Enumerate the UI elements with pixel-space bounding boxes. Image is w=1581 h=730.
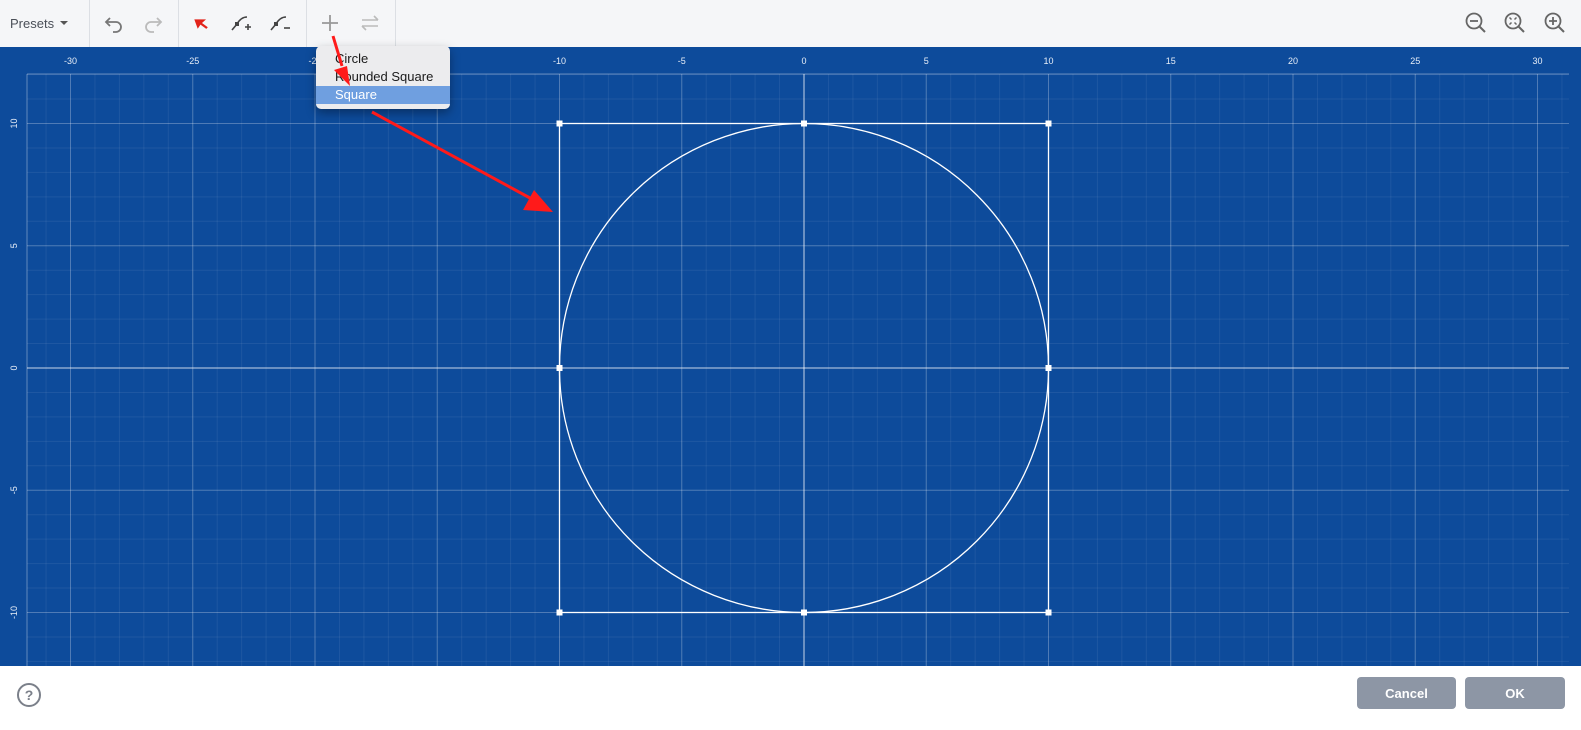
y-tick-label: -5 bbox=[9, 486, 19, 494]
grid-canvas[interactable]: -30-25-20-15-10-50510152025301050-5-10 bbox=[0, 47, 1581, 666]
y-tick-label: 10 bbox=[9, 118, 19, 128]
menu-item-square[interactable]: Square bbox=[316, 86, 450, 104]
x-tick-label: 0 bbox=[801, 56, 806, 66]
swap-button[interactable] bbox=[355, 8, 385, 38]
x-tick-label: 20 bbox=[1288, 56, 1298, 66]
x-tick-label: -5 bbox=[678, 56, 686, 66]
ok-button[interactable]: OK bbox=[1465, 677, 1565, 709]
undo-button[interactable] bbox=[99, 8, 129, 38]
help-button[interactable]: ? bbox=[17, 683, 41, 707]
toolbar-divider bbox=[178, 0, 179, 47]
control-point-handle[interactable] bbox=[556, 609, 563, 616]
presets-label: Presets bbox=[10, 15, 55, 31]
add-shape-button[interactable] bbox=[315, 8, 345, 38]
zoom-in-button[interactable] bbox=[1540, 8, 1570, 38]
control-point-handle[interactable] bbox=[801, 120, 807, 127]
x-tick-label: -25 bbox=[186, 56, 199, 66]
redo-button[interactable] bbox=[138, 8, 168, 38]
add-shape-icon bbox=[322, 15, 338, 31]
menu-item-rounded-square[interactable]: Rounded Square bbox=[316, 68, 450, 86]
undo-icon bbox=[104, 17, 122, 33]
toolbar: Presets bbox=[0, 0, 1581, 48]
control-point-handle[interactable] bbox=[556, 365, 563, 371]
x-tick-label: -30 bbox=[64, 56, 77, 66]
chevron-down-icon bbox=[60, 21, 69, 25]
toolbar-divider bbox=[306, 0, 307, 47]
redo-icon bbox=[145, 17, 163, 33]
zoom-out-icon bbox=[1465, 12, 1486, 33]
y-tick-label: 5 bbox=[9, 243, 19, 248]
select-arrow-icon bbox=[194, 19, 208, 29]
footer: ? Cancel OK bbox=[0, 666, 1581, 730]
help-icon: ? bbox=[24, 687, 34, 703]
y-tick-label: 0 bbox=[9, 365, 19, 370]
zoom-in-icon bbox=[1544, 12, 1565, 33]
x-tick-label: 10 bbox=[1043, 56, 1053, 66]
x-tick-label: 15 bbox=[1166, 56, 1176, 66]
zoom-fit-button[interactable] bbox=[1500, 8, 1530, 38]
select-tool-button[interactable] bbox=[187, 8, 217, 38]
zoom-out-button[interactable] bbox=[1461, 8, 1491, 38]
menu-item-circle[interactable]: Circle bbox=[316, 50, 450, 68]
toolbar-divider bbox=[89, 0, 90, 47]
control-point-handle[interactable] bbox=[1045, 365, 1052, 371]
presets-dropdown-button[interactable]: Presets bbox=[10, 12, 69, 34]
zoom-fit-icon bbox=[1504, 12, 1525, 33]
remove-point-button[interactable] bbox=[265, 8, 295, 38]
control-point-handle[interactable] bbox=[556, 120, 563, 127]
add-point-icon bbox=[231, 16, 251, 31]
control-point-handle[interactable] bbox=[801, 609, 807, 616]
control-point-handle[interactable] bbox=[1045, 609, 1052, 616]
presets-menu: Circle Rounded Square Square bbox=[316, 46, 450, 109]
x-tick-label: 5 bbox=[924, 56, 929, 66]
add-point-button[interactable] bbox=[226, 8, 256, 38]
shape-editor-canvas[interactable]: -30-25-20-15-10-50510152025301050-5-10 bbox=[0, 47, 1581, 666]
cancel-button[interactable]: Cancel bbox=[1357, 677, 1456, 709]
control-point-handle[interactable] bbox=[1045, 120, 1052, 127]
swap-icon bbox=[361, 15, 379, 31]
remove-point-icon bbox=[270, 16, 290, 31]
y-tick-label: -10 bbox=[9, 606, 19, 619]
x-tick-label: 30 bbox=[1532, 56, 1542, 66]
toolbar-divider bbox=[395, 0, 396, 47]
x-tick-label: -10 bbox=[553, 56, 566, 66]
x-tick-label: 25 bbox=[1410, 56, 1420, 66]
